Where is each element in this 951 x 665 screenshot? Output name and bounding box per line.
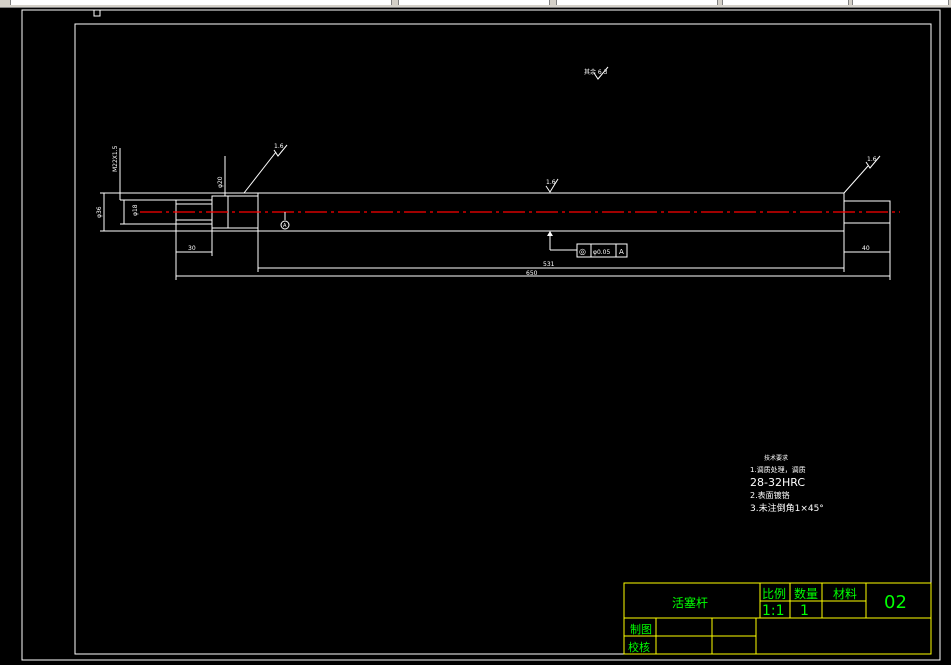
surface-finish-right: 1.6 [867,156,877,163]
material-label: 材料 [833,587,857,601]
drawing-frame [74,23,932,655]
tolerance-frame [549,231,628,258]
sheet-border [21,9,941,661]
dim-dia-neck: φ18 [132,204,139,216]
piston-rod-geometry [100,192,891,280]
surface-finish-left: 1.6 [274,143,284,150]
datum-label: A [283,223,287,229]
surface-finish-marks [243,66,881,194]
tech-req-line1: 1.调质处理，调质 [750,465,806,474]
dim-thread: M22X1.5 [112,145,119,172]
tech-req-line2: 28-32HRC [750,476,805,489]
part-name: 活塞杆 [672,595,708,610]
dim-dia-shaft: φ36 [96,206,103,218]
dim-body-length: 531 [543,261,555,268]
drawing-number: 02 [884,592,907,613]
dim-dia-groove: φ20 [217,176,224,188]
tech-req-title: 技术要求 [764,454,788,462]
scale-value: 1:1 [762,603,785,619]
tech-req-line4: 3.未注倒角1×45° [750,502,824,514]
surface-finish-general: 其余 6.3 [584,68,608,76]
tolerance-arrow [547,231,553,236]
qty-value: 1 [800,603,809,619]
dim-total-length: 650 [526,270,538,277]
grip-handle[interactable] [93,9,101,17]
tolerance-datum: A [619,248,624,256]
dim-right-length: 40 [862,245,870,252]
scale-label: 比例 [762,587,786,601]
tech-req-line3: 2.表面镀铬 [750,490,790,500]
tolerance-value: φ0.05 [593,249,611,256]
tolerance-symbol: ◎ [579,247,586,256]
cad-drawing[interactable]: M22X1.5 φ36 φ18 φ20 30 531 650 40 其余 6.3… [0,0,951,665]
dim-left-length: 30 [188,245,196,252]
surface-finish-body: 1.6 [546,179,556,186]
qty-label: 数量 [794,586,818,601]
checked-label: 校核 [628,640,650,654]
drawn-label: 制图 [630,623,652,636]
